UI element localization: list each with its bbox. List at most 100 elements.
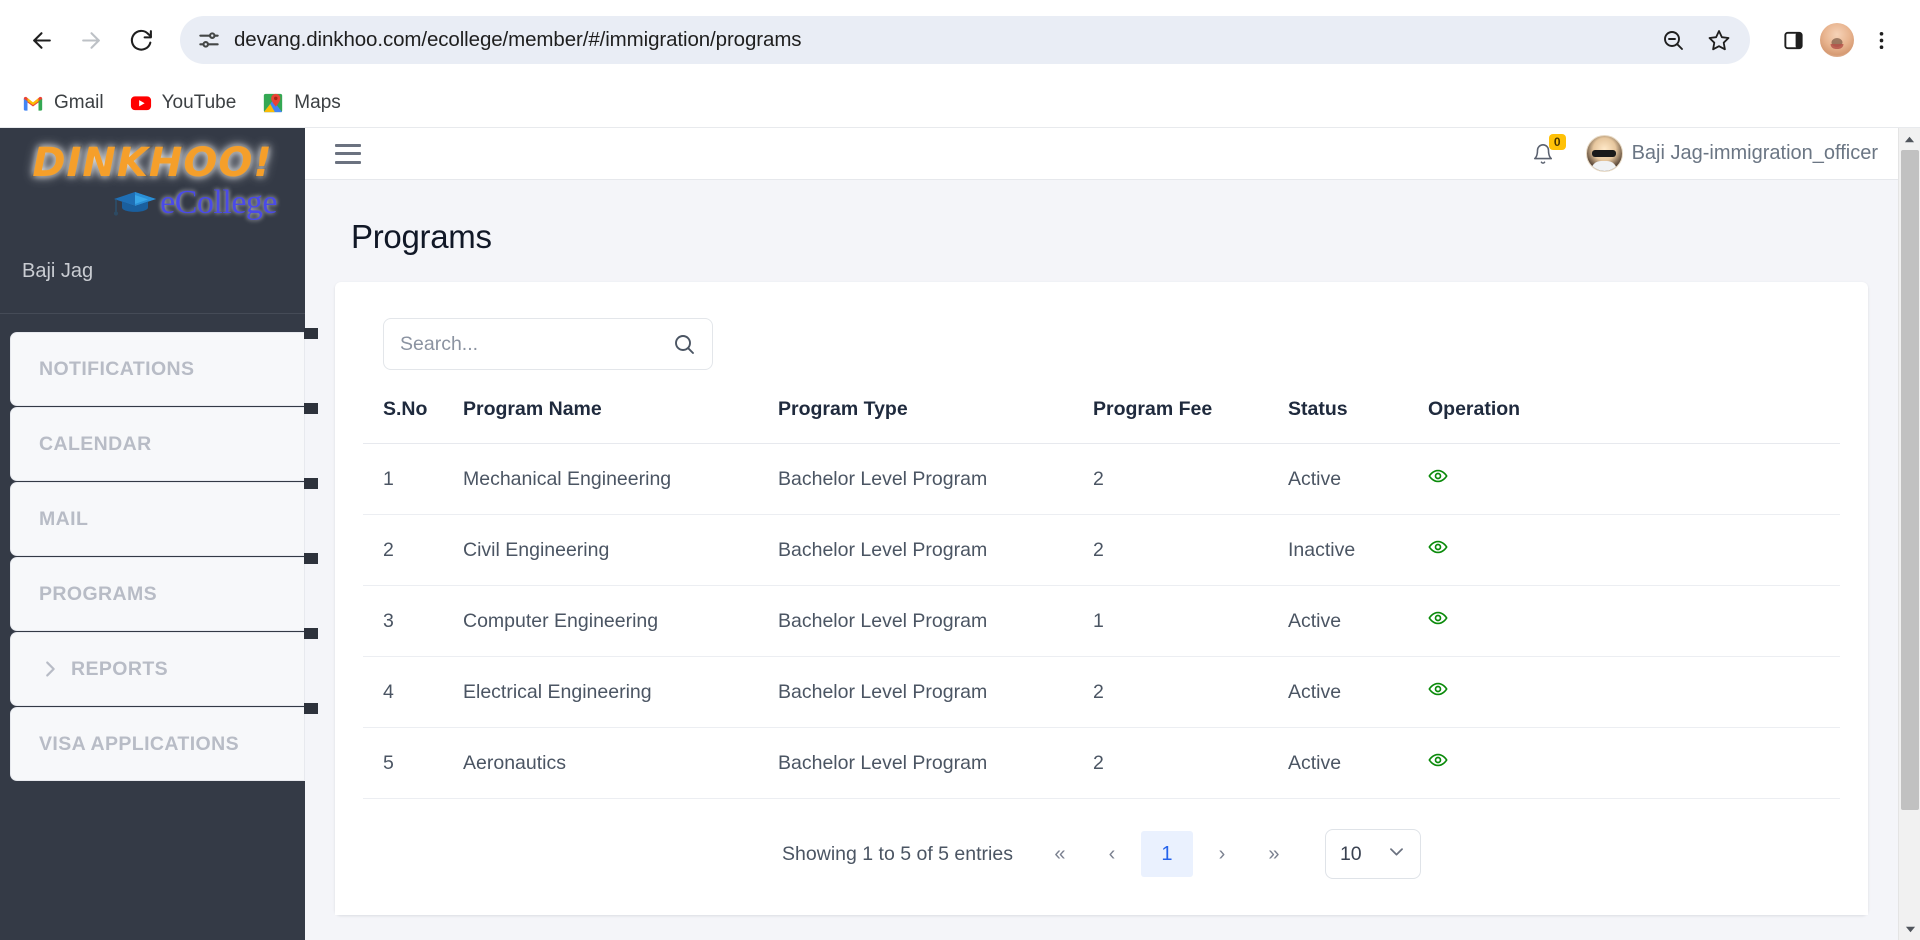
table-header-row: S.No Program Name Program Type Program F… xyxy=(363,388,1840,444)
page-size-value: 10 xyxy=(1339,842,1362,865)
url-text: devang.dinkhoo.com/ecollege/member/#/imm… xyxy=(234,28,802,51)
browser-toolbar: devang.dinkhoo.com/ecollege/member/#/imm… xyxy=(0,0,1920,80)
user-menu[interactable]: Baji Jag-immigration_officer xyxy=(1585,135,1878,172)
sidebar-item-label: CALENDAR xyxy=(39,432,152,455)
sidebar-item-notch xyxy=(304,553,318,564)
column-header-status[interactable]: Status xyxy=(1288,388,1428,444)
column-header-operation[interactable]: Operation xyxy=(1428,388,1840,444)
tune-icon[interactable] xyxy=(196,27,222,53)
table-head: S.No Program Name Program Type Program F… xyxy=(363,388,1840,444)
cell-sno: 1 xyxy=(363,443,463,515)
profile-avatar-icon[interactable] xyxy=(1820,23,1854,57)
search-row xyxy=(363,296,1840,388)
scrollbar-thumb[interactable] xyxy=(1901,150,1919,810)
bookmark-youtube[interactable]: YouTube xyxy=(130,92,236,114)
cell-program-fee: 1 xyxy=(1093,585,1288,657)
user-name-label: Baji Jag-immigration_officer xyxy=(1631,142,1878,164)
table-row[interactable]: 3 Computer Engineering Bachelor Level Pr… xyxy=(363,585,1840,657)
pagination-first-button[interactable]: « xyxy=(1037,831,1083,877)
address-bar[interactable]: devang.dinkhoo.com/ecollege/member/#/imm… xyxy=(180,16,1750,64)
page-title: Programs xyxy=(351,218,492,255)
cell-program-type: Bachelor Level Program xyxy=(778,727,1093,799)
bookmark-label: Gmail xyxy=(54,92,104,113)
user-avatar-icon xyxy=(1585,135,1623,172)
programs-card: S.No Program Name Program Type Program F… xyxy=(335,282,1868,915)
scrollbar-up-arrow[interactable] xyxy=(1899,128,1920,150)
cell-operation xyxy=(1428,727,1840,799)
toolbar-right-actions xyxy=(1762,19,1902,61)
search-input[interactable] xyxy=(400,332,672,356)
table-row[interactable]: 4 Electrical Engineering Bachelor Level … xyxy=(363,656,1840,728)
cell-operation xyxy=(1428,514,1840,586)
sidebar-item-reports[interactable]: REPORTS xyxy=(10,628,318,706)
eye-icon[interactable] xyxy=(1428,537,1448,557)
sidebar-item-calendar[interactable]: CALENDAR xyxy=(10,403,318,481)
cell-status: Active xyxy=(1288,727,1428,799)
pagination-page-1[interactable]: 1 xyxy=(1140,831,1193,877)
three-dot-menu-icon[interactable] xyxy=(1860,19,1902,61)
youtube-icon xyxy=(130,92,152,114)
back-button[interactable] xyxy=(18,17,64,63)
programs-table: S.No Program Name Program Type Program F… xyxy=(363,388,1840,799)
page-scrollbar[interactable] xyxy=(1898,128,1920,940)
sidebar-item-notifications[interactable]: NOTIFICATIONS xyxy=(10,328,318,406)
table-row[interactable]: 1 Mechanical Engineering Bachelor Level … xyxy=(363,443,1840,515)
forward-button[interactable] xyxy=(68,17,114,63)
bookmark-gmail[interactable]: Gmail xyxy=(22,92,104,114)
side-panel-icon[interactable] xyxy=(1772,19,1814,61)
cell-sno: 5 xyxy=(363,727,463,799)
pagination-prev-button[interactable]: ‹ xyxy=(1089,831,1135,877)
column-header-sno[interactable]: S.No xyxy=(363,388,463,444)
notification-bell-button[interactable]: 0 xyxy=(1526,133,1566,171)
sidebar-item-mail[interactable]: MAIL xyxy=(10,478,318,556)
sidebar-item-visa-applications[interactable]: VISA APPLICATIONS xyxy=(10,703,318,781)
main-content: Programs S.No xyxy=(305,180,1898,940)
cell-program-type: Bachelor Level Program xyxy=(778,514,1093,586)
card-inner: S.No Program Name Program Type Program F… xyxy=(335,296,1868,799)
column-header-program-fee[interactable]: Program Fee xyxy=(1093,388,1288,444)
chevron-right-icon xyxy=(39,658,61,680)
eye-icon[interactable] xyxy=(1428,750,1448,770)
cell-status: Inactive xyxy=(1288,514,1428,586)
hamburger-icon[interactable] xyxy=(335,143,361,164)
table-row[interactable]: 2 Civil Engineering Bachelor Level Progr… xyxy=(363,514,1840,586)
tab-strip-stub xyxy=(1090,0,1240,2)
pagination-next-button[interactable]: › xyxy=(1199,831,1245,877)
cell-sno: 4 xyxy=(363,656,463,728)
cell-program-type: Bachelor Level Program xyxy=(778,585,1093,657)
sidebar-item-notch xyxy=(304,403,318,414)
page-size-select[interactable]: 10 xyxy=(1324,829,1421,879)
bookmark-maps[interactable]: Maps xyxy=(262,92,341,114)
zoom-out-icon[interactable] xyxy=(1656,23,1690,57)
brand-wordmark: DINKHOO! xyxy=(31,139,273,188)
sidebar-item-notch xyxy=(304,703,318,714)
brand-subtitle: eCollege xyxy=(160,184,277,221)
sidebar-user-name: Baji Jag xyxy=(0,232,305,314)
eye-icon[interactable] xyxy=(1428,466,1448,486)
reload-button[interactable] xyxy=(118,17,164,63)
search-box[interactable] xyxy=(383,318,713,370)
table-row[interactable]: 5 Aeronautics Bachelor Level Program 2 A… xyxy=(363,727,1840,799)
cell-status: Active xyxy=(1288,443,1428,515)
sidebar-item-label: PROGRAMS xyxy=(39,582,158,605)
brand-logo[interactable]: DINKHOO! eCollege xyxy=(0,128,305,232)
bookmark-label: Maps xyxy=(294,92,341,113)
column-header-program-type[interactable]: Program Type xyxy=(778,388,1093,444)
cell-program-fee: 2 xyxy=(1093,727,1288,799)
eye-icon[interactable] xyxy=(1428,679,1448,699)
pagination-last-button[interactable]: » xyxy=(1251,831,1297,877)
scrollbar-down-arrow[interactable] xyxy=(1899,918,1920,940)
search-icon[interactable] xyxy=(672,332,696,356)
sidebar-item-notch xyxy=(304,628,318,639)
cell-operation xyxy=(1428,443,1840,515)
cell-sno: 2 xyxy=(363,514,463,586)
column-header-program-name[interactable]: Program Name xyxy=(463,388,778,444)
table-body: 1 Mechanical Engineering Bachelor Level … xyxy=(363,443,1840,799)
star-icon[interactable] xyxy=(1702,23,1736,57)
cell-program-fee: 2 xyxy=(1093,656,1288,728)
eye-icon[interactable] xyxy=(1428,608,1448,628)
sidebar-item-notch xyxy=(304,328,318,339)
app-header: 0 Baji Jag-immigration_officer xyxy=(305,128,1898,180)
cell-program-name: Aeronautics xyxy=(463,727,778,799)
sidebar-item-programs[interactable]: PROGRAMS xyxy=(10,553,318,631)
